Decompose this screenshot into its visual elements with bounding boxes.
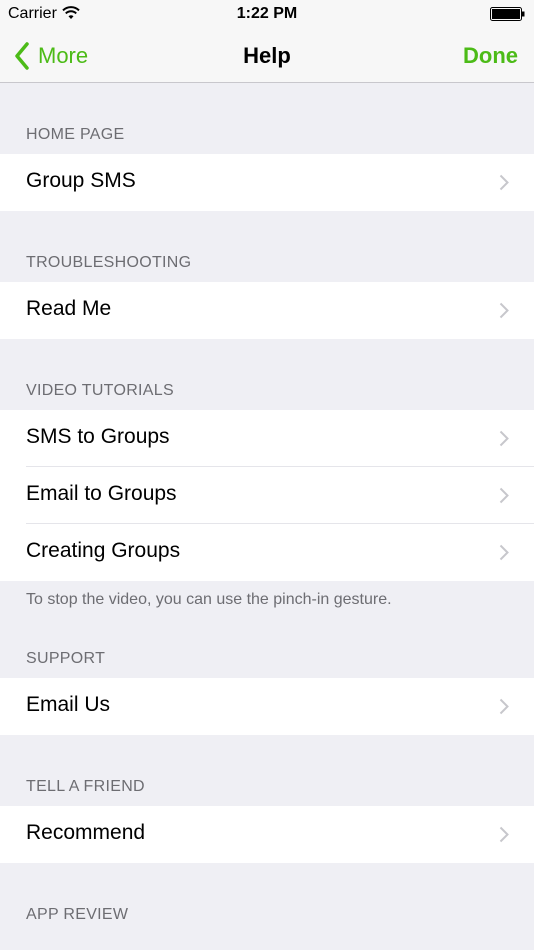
clock: 1:22 PM bbox=[236, 5, 298, 22]
battery-icon bbox=[490, 7, 525, 21]
section-header-home-page: HOME PAGE bbox=[26, 126, 125, 143]
back-button[interactable]: More bbox=[14, 41, 88, 71]
list-item-label: SMS to Groups bbox=[26, 425, 170, 448]
chevron-right-icon bbox=[499, 174, 509, 191]
list-item-label: Email to Groups bbox=[26, 482, 177, 505]
chevron-right-icon bbox=[499, 302, 509, 319]
list-item-group-sms[interactable]: Group SMS bbox=[0, 154, 534, 211]
navigation-bar: More Help Done bbox=[0, 30, 534, 83]
section-header-tell-a-friend: TELL A FRIEND bbox=[26, 778, 145, 795]
back-button-label: More bbox=[38, 43, 89, 68]
section-header-support: SUPPORT bbox=[26, 650, 106, 667]
chevron-right-icon bbox=[499, 430, 509, 447]
list-item-sms-to-groups[interactable]: SMS to Groups bbox=[0, 410, 534, 467]
list-item-label: Creating Groups bbox=[26, 539, 181, 562]
list-item-read-me[interactable]: Read Me bbox=[0, 282, 534, 339]
status-bar: Carrier 1:22 PM bbox=[0, 0, 534, 30]
section-footer-video-tutorials: To stop the video, you can use the pinch… bbox=[26, 591, 392, 608]
list-item-email-us[interactable]: Email Us bbox=[0, 678, 534, 735]
chevron-right-icon bbox=[499, 487, 509, 504]
list-item-recommend[interactable]: Recommend bbox=[0, 806, 534, 863]
list-item-creating-groups[interactable]: Creating Groups bbox=[0, 524, 534, 581]
chevron-right-icon bbox=[499, 698, 509, 715]
section-header-app-review: APP REVIEW bbox=[26, 906, 129, 923]
list-item-email-to-groups[interactable]: Email to Groups bbox=[0, 467, 534, 524]
list-item-label: Recommend bbox=[26, 821, 146, 844]
list-item-label: Group SMS bbox=[26, 169, 136, 192]
chevron-left-icon bbox=[15, 42, 29, 70]
chevron-right-icon bbox=[499, 544, 509, 561]
chevron-right-icon bbox=[499, 826, 509, 843]
section-header-troubleshooting: TROUBLESHOOTING bbox=[26, 254, 192, 271]
list-item-label: Email Us bbox=[26, 693, 111, 716]
done-button[interactable]: Done bbox=[463, 43, 518, 69]
section-header-video-tutorials: VIDEO TUTORIALS bbox=[26, 382, 174, 399]
list-item-label: Read Me bbox=[26, 297, 112, 320]
